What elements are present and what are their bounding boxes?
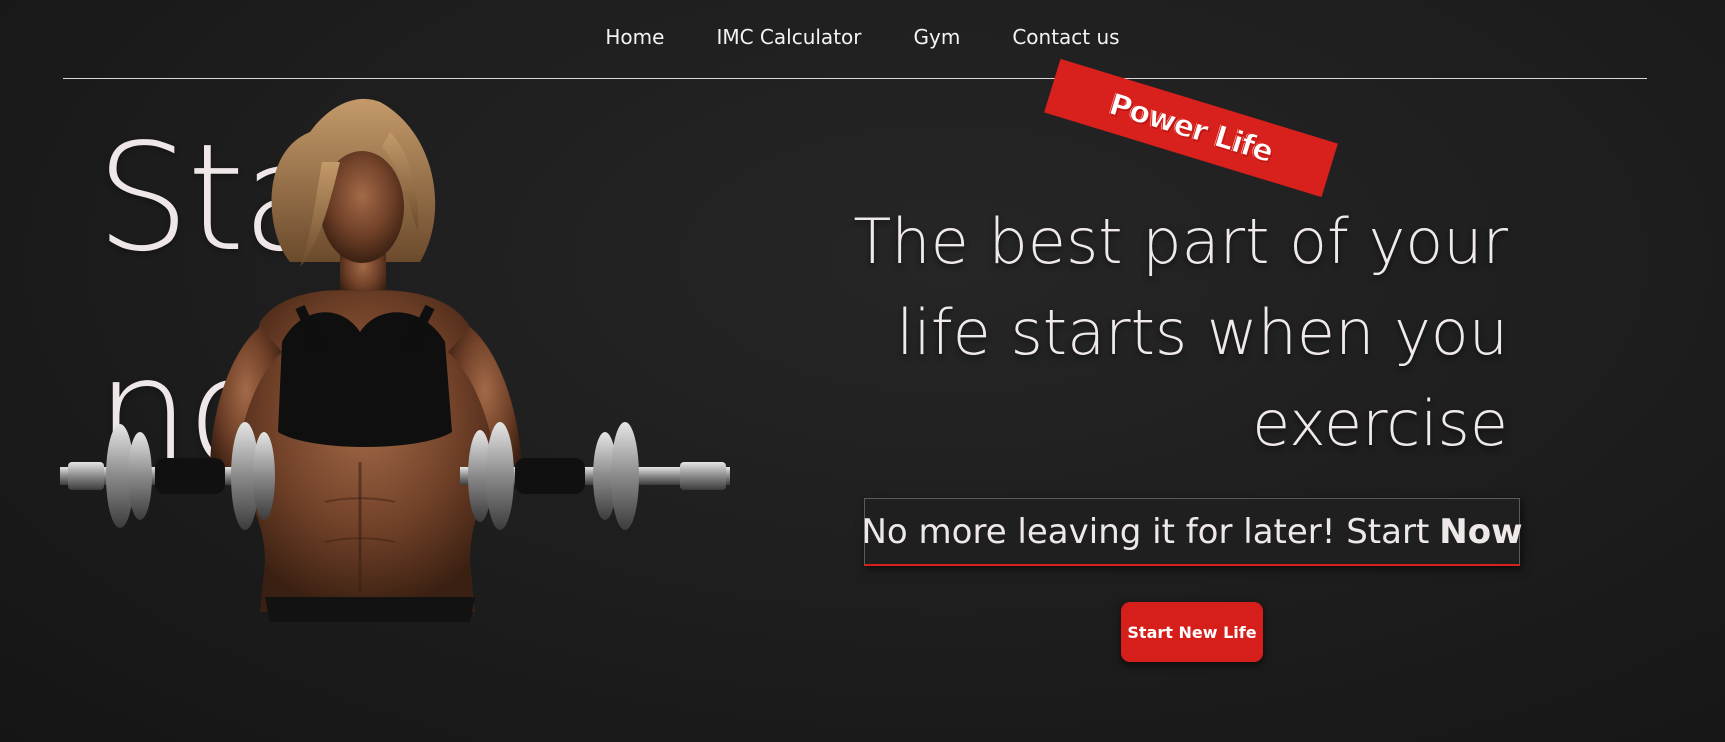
nav-item-imc-calculator[interactable]: IMC Calculator [690,22,887,52]
power-life-stamp: Power Life [1044,58,1338,198]
nav-item-home[interactable]: Home [579,22,690,52]
top-navigation: Home IMC Calculator Gym Contact us [0,0,1725,79]
nav-item-gym[interactable]: Gym [888,22,987,52]
tagline-strong: Now [1439,511,1523,552]
tagline-text: No more leaving it for later! Start [861,511,1430,552]
nav-item-contact-us[interactable]: Contact us [986,22,1145,52]
hero-title: The best part of your life starts when y… [853,205,1508,460]
woman-with-dumbbells-photo [60,98,730,622]
nav-divider [63,78,1647,79]
tagline-box: No more leaving it for later! Start Now [861,498,1523,566]
start-new-life-button[interactable]: Start New Life [1121,602,1263,662]
stamp-text: Power Life [1105,86,1278,170]
nav-menu: Home IMC Calculator Gym Contact us [0,22,1725,52]
